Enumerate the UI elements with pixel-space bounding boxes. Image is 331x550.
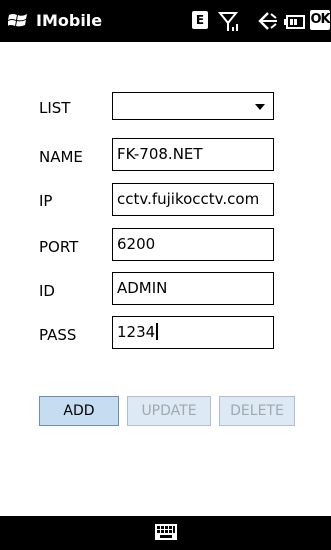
battery-icon xyxy=(284,15,305,29)
ip-label: IP xyxy=(39,192,53,210)
ip-field-value: cctv.fujikocctv.com xyxy=(117,190,260,208)
chevron-down-icon xyxy=(255,104,265,110)
pass-label: PASS xyxy=(39,326,77,344)
speaker-muted-icon xyxy=(258,12,277,30)
pass-field[interactable]: 1234 xyxy=(112,316,274,349)
port-label: PORT xyxy=(39,238,79,256)
name-field-value: FK-708.NET xyxy=(117,145,203,163)
windows-logo-icon[interactable] xyxy=(8,11,28,31)
ok-button[interactable]: OK xyxy=(310,10,330,30)
network-edge-icon: E xyxy=(192,11,208,29)
pass-field-value: 1234 xyxy=(117,323,156,341)
name-label: NAME xyxy=(39,148,83,166)
port-field[interactable]: 6200 xyxy=(112,228,274,261)
status-bar: IMobile E OK xyxy=(0,0,331,42)
add-button[interactable]: ADD xyxy=(39,396,119,426)
id-field-value: ADMIN xyxy=(117,279,168,297)
bottom-bar xyxy=(0,516,331,550)
name-field[interactable]: FK-708.NET xyxy=(112,138,274,171)
update-button[interactable]: UPDATE xyxy=(127,396,211,426)
id-field[interactable]: ADMIN xyxy=(112,272,274,305)
ip-field[interactable]: cctv.fujikocctv.com xyxy=(112,183,274,216)
port-field-value: 6200 xyxy=(117,235,156,253)
text-caret xyxy=(156,323,159,340)
signal-icon xyxy=(218,12,239,31)
id-label: ID xyxy=(39,282,55,300)
app-title: IMobile xyxy=(36,11,103,30)
keyboard-icon[interactable] xyxy=(155,524,177,540)
list-select[interactable] xyxy=(112,92,274,120)
delete-button[interactable]: DELETE xyxy=(219,396,295,426)
list-label: LIST xyxy=(39,99,71,117)
